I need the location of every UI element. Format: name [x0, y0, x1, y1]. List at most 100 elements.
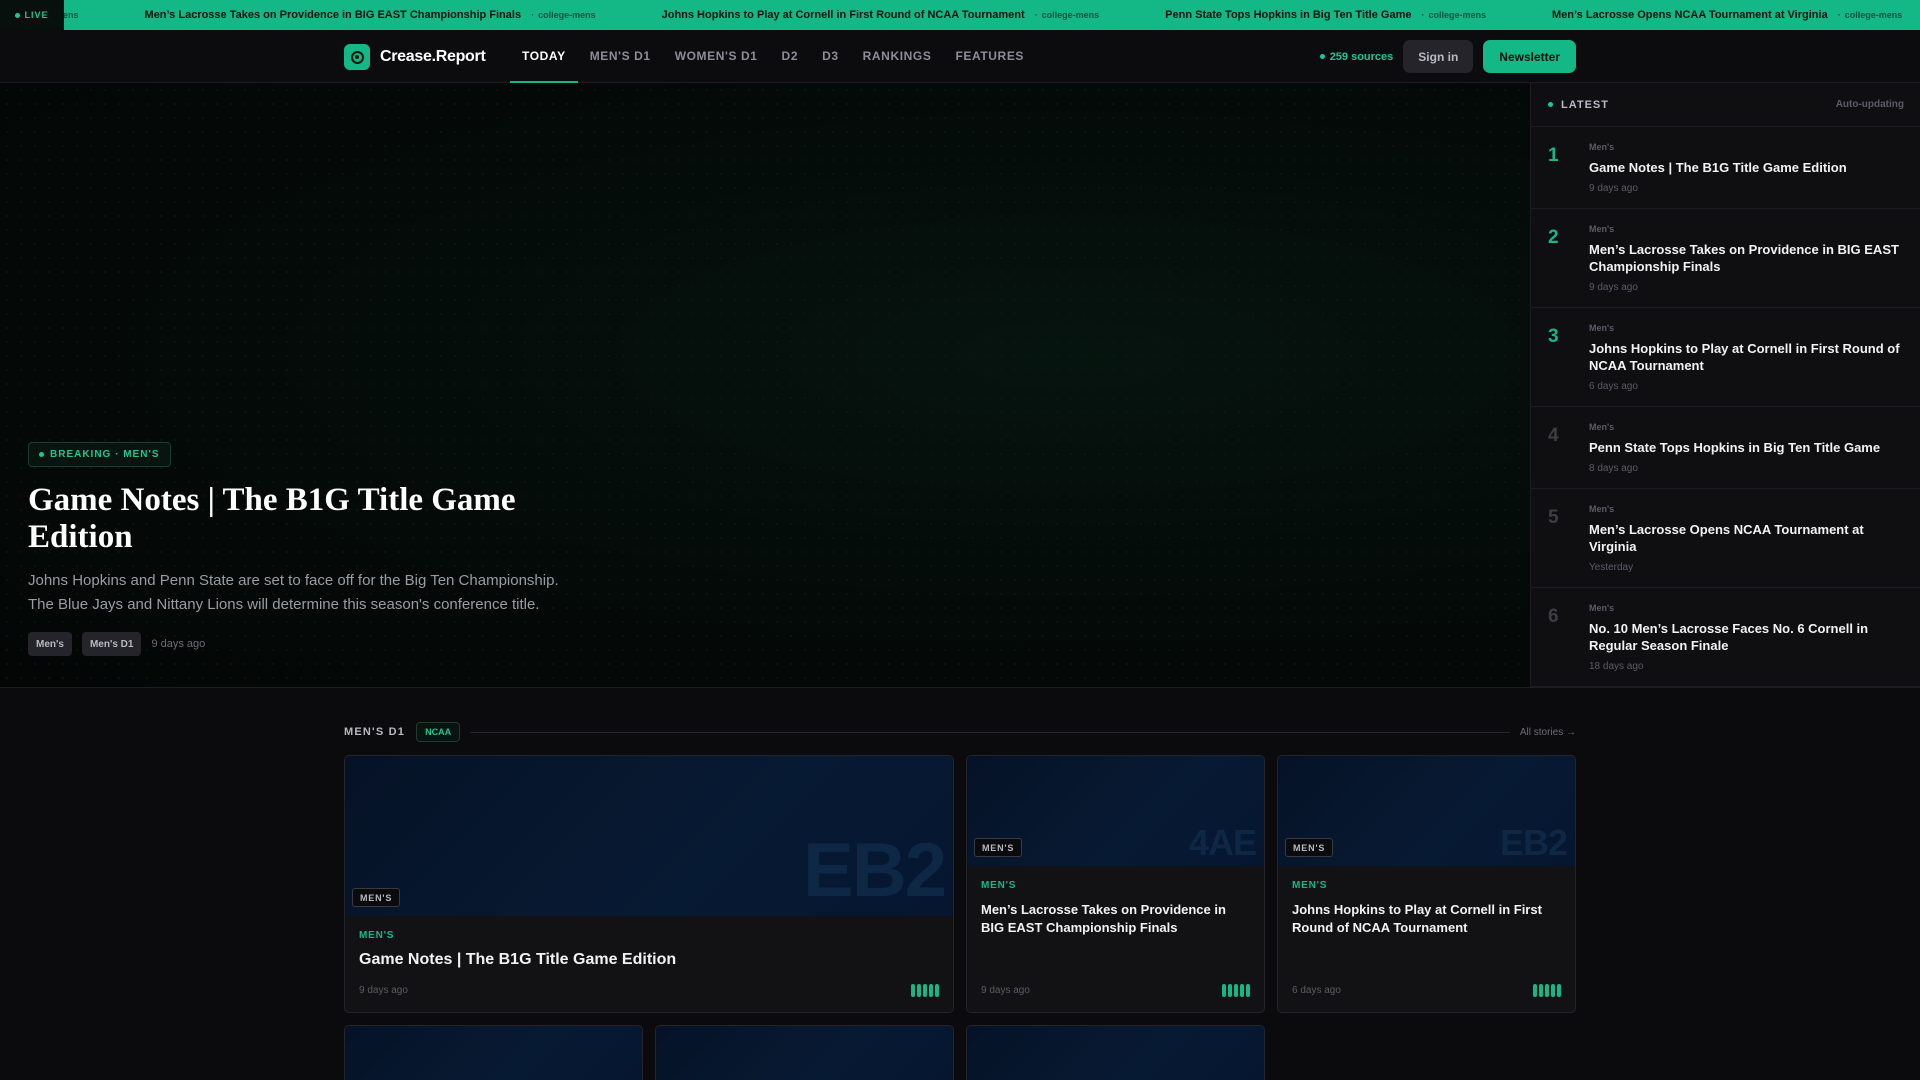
latest-timestamp: 6 days ago [1589, 381, 1638, 392]
story-card[interactable] [966, 1025, 1265, 1080]
live-badge: LIVE [0, 0, 64, 30]
card-tag: MEN'S [1285, 838, 1334, 857]
latest-item[interactable]: 5 Men's Men’s Lacrosse Opens NCAA Tourna… [1531, 489, 1920, 588]
sign-in-button[interactable]: Sign in [1403, 40, 1474, 73]
ticker-item[interactable]: Penn State Tops Hopkins in Big Ten Title… [1165, 9, 1542, 21]
nav-links: TODAY MEN'S D1 WOMEN'S D1 D2 D3 RANKINGS… [510, 30, 1036, 83]
brand-logo[interactable]: Crease.Report [344, 44, 486, 70]
latest-rank: 5 [1548, 507, 1559, 528]
latest-item[interactable]: 1 Men's Game Notes | The B1G Title Game … [1531, 127, 1920, 209]
story-card[interactable]: 4AE MEN'S MEN'S Men’s Lacrosse Takes on … [966, 755, 1265, 1013]
card-timestamp: 9 days ago [359, 985, 408, 996]
ticker-item-title: Penn State Tops Hopkins in Big Ten Title… [1165, 9, 1412, 21]
latest-title-label: LATEST [1561, 98, 1609, 111]
breaking-badge: BREAKING · MEN'S [28, 442, 171, 467]
nav-link-d2[interactable]: D2 [770, 30, 811, 82]
nav-actions: 259 sources Sign in Newsletter [1319, 40, 1576, 73]
hero-meta: Men's Men's D1 9 days ago [28, 632, 588, 656]
tag-mens-d1[interactable]: Men's D1 [81, 632, 142, 656]
section-divider [470, 731, 1510, 733]
card-category: MEN'S [1292, 880, 1328, 891]
card-thumbnail: EB2 MEN'S [345, 756, 953, 916]
card-thumbnail [967, 1026, 1264, 1080]
card-title[interactable]: Game Notes | The B1G Title Game Edition [359, 950, 939, 970]
latest-timestamp: 9 days ago [1589, 282, 1638, 293]
top-nav: Crease.Report TODAY MEN'S D1 WOMEN'S D1 … [0, 30, 1920, 83]
nav-link-womens-d1[interactable]: WOMEN'S D1 [663, 30, 770, 82]
nav-link-today[interactable]: TODAY [510, 30, 578, 83]
hero-story[interactable]: BREAKING · MEN'S Game Notes | The B1G Ti… [0, 83, 1530, 688]
latest-headline[interactable]: Game Notes | The B1G Title Game Edition [1589, 159, 1904, 176]
breaking-label: BREAKING · MEN'S [50, 449, 160, 460]
breaking-dot-icon [39, 452, 44, 457]
latest-item[interactable]: 2 Men's Men’s Lacrosse Takes on Providen… [1531, 209, 1920, 308]
latest-headline[interactable]: Men’s Lacrosse Takes on Providence in BI… [1589, 241, 1904, 275]
latest-headline[interactable]: Johns Hopkins to Play at Cornell in Firs… [1589, 340, 1904, 374]
latest-title: LATEST [1548, 99, 1609, 111]
ticker-item[interactable]: Men’s Lacrosse Opens NCAA Tournament at … [1552, 9, 1920, 21]
ticker-item[interactable]: Johns Hopkins to Play at Cornell in Firs… [662, 9, 1156, 21]
tag-mens[interactable]: Men's [28, 632, 72, 656]
latest-rank: 1 [1548, 145, 1559, 166]
sources-count: 259 sources [1319, 51, 1393, 63]
latest-timestamp: Yesterday [1589, 562, 1634, 573]
nav-link-mens-d1[interactable]: MEN'S D1 [578, 30, 663, 82]
latest-rank: 6 [1548, 606, 1559, 627]
card-thumbnail-code: 4AE [1188, 822, 1257, 863]
live-dot-icon [15, 12, 21, 18]
card-tag: MEN'S [352, 888, 401, 907]
nav-link-features[interactable]: FEATURES [943, 30, 1036, 82]
latest-sidebar: LATEST Auto-updating 1 Men's Game Notes … [1530, 83, 1920, 688]
latest-category: Men's [1589, 422, 1615, 432]
nav-link-rankings[interactable]: RANKINGS [851, 30, 944, 82]
latest-rank: 3 [1548, 326, 1559, 347]
latest-category: Men's [1589, 504, 1615, 514]
latest-category: Men's [1589, 323, 1615, 333]
newsletter-button[interactable]: Newsletter [1483, 40, 1576, 73]
latest-header: LATEST Auto-updating [1531, 83, 1920, 127]
ticker-item-title: Men’s Lacrosse Opens NCAA Tournament at … [1552, 9, 1828, 21]
card-thumbnail [345, 1026, 642, 1080]
ticker-item-title: Johns Hopkins to Play at Cornell in Firs… [661, 9, 1025, 21]
hero-timestamp: 9 days ago [151, 638, 206, 650]
latest-item[interactable]: 4 Men's Penn State Tops Hopkins in Big T… [1531, 407, 1920, 489]
signal-bars-icon [1531, 984, 1561, 997]
latest-rank: 4 [1548, 425, 1559, 446]
card-title[interactable]: Men’s Lacrosse Takes on Providence in BI… [981, 901, 1250, 937]
status-dot-icon [1319, 54, 1325, 59]
card-thumbnail [656, 1026, 953, 1080]
ticker-item-title: Men’s Lacrosse Takes on Providence in BI… [144, 9, 522, 21]
latest-headline[interactable]: No. 10 Men’s Lacrosse Faces No. 6 Cornel… [1589, 620, 1904, 654]
latest-timestamp: 9 days ago [1589, 183, 1638, 194]
card-timestamp: 6 days ago [1292, 985, 1341, 996]
latest-timestamp: 8 days ago [1589, 463, 1638, 474]
latest-headline[interactable]: Penn State Tops Hopkins in Big Ten Title… [1589, 439, 1904, 456]
latest-timestamp: 18 days ago [1589, 661, 1644, 672]
hero-content: BREAKING · MEN'S Game Notes | The B1G Ti… [28, 442, 588, 656]
section-title: MEN'S D1 [344, 726, 406, 738]
story-card-featured[interactable]: EB2 MEN'S MEN'S Game Notes | The B1G Tit… [344, 755, 954, 1013]
ticker-track: college-mens Men’s Lacrosse Takes on Pro… [0, 0, 1920, 30]
ticker-item-source: college-mens [1035, 10, 1100, 20]
signal-bars-icon [909, 984, 939, 997]
latest-item[interactable]: 6 Men's No. 10 Men’s Lacrosse Faces No. … [1531, 588, 1920, 687]
card-thumbnail-code: EB2 [803, 828, 947, 913]
latest-headline[interactable]: Men’s Lacrosse Opens NCAA Tournament at … [1589, 521, 1904, 555]
ticker-item[interactable]: Men’s Lacrosse Takes on Providence in BI… [145, 9, 652, 21]
hero-dek: Johns Hopkins and Penn State are set to … [28, 572, 559, 613]
story-card[interactable] [655, 1025, 954, 1080]
latest-item[interactable]: 3 Men's Johns Hopkins to Play at Cornell… [1531, 308, 1920, 407]
story-card[interactable]: EB2 MEN'S MEN'S Johns Hopkins to Play at… [1277, 755, 1576, 1013]
nav-link-d3[interactable]: D3 [810, 30, 851, 82]
story-card[interactable] [344, 1025, 643, 1080]
section-pill: NCAA [416, 722, 461, 742]
live-dot-icon [1548, 102, 1553, 107]
card-category: MEN'S [359, 930, 395, 941]
ticker-item-source: college-mens [1421, 10, 1486, 20]
hero-title[interactable]: Game Notes | The B1G Title Game Edition [28, 482, 588, 556]
auto-updating-label: Auto-updating [1835, 99, 1904, 110]
card-title[interactable]: Johns Hopkins to Play at Cornell in Firs… [1292, 901, 1561, 937]
all-stories-link[interactable]: All stories → [1520, 727, 1576, 738]
latest-category: Men's [1589, 603, 1615, 613]
brand-name: Crease.Report [380, 48, 486, 65]
